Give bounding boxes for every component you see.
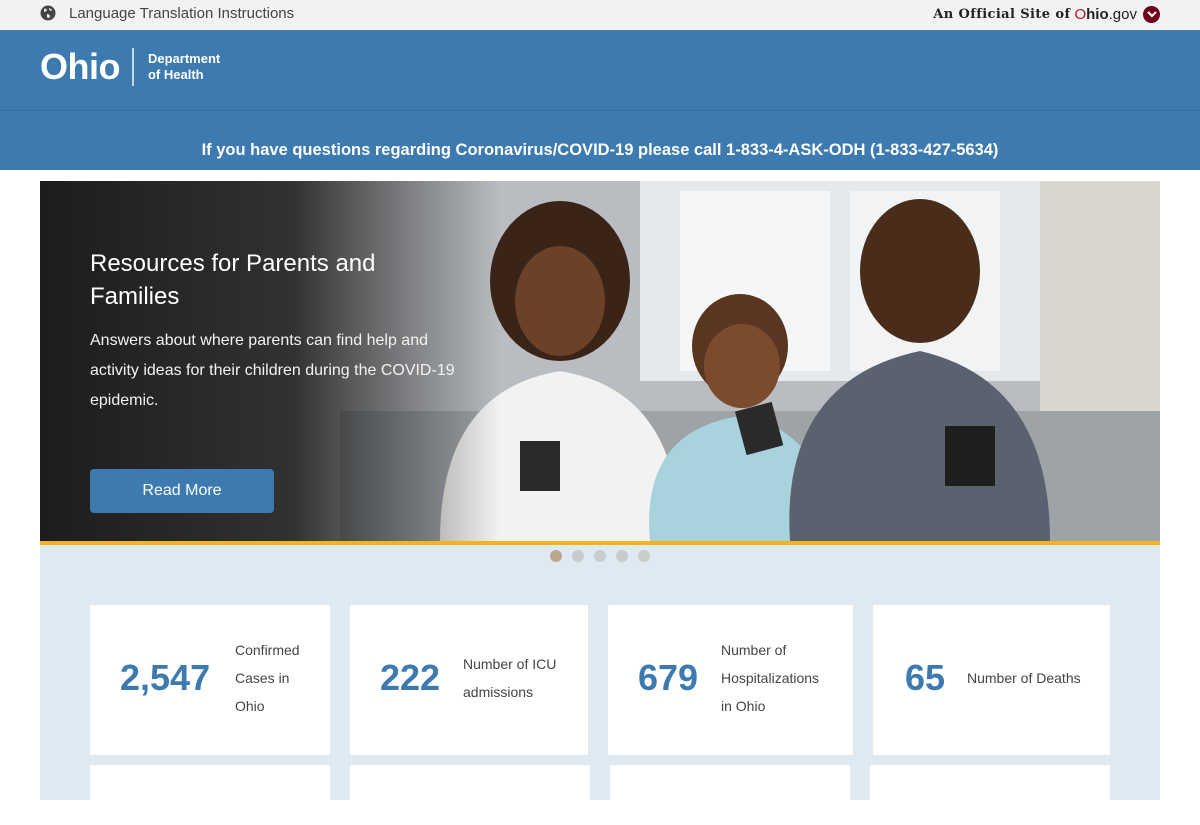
utility-bar: Language Translation Instructions An Off… — [0, 0, 1200, 30]
stat-value: 222 — [380, 657, 441, 698]
stat-value: 65 — [905, 657, 946, 698]
stat-card-row2-3 — [610, 765, 850, 825]
carousel-pagination — [550, 550, 660, 562]
stat-label: Number of ICU admissions — [463, 656, 557, 700]
covid-hotline-banner: If you have questions regarding Coronavi… — [0, 110, 1200, 170]
language-link-label: Language Translation Instructions — [69, 4, 295, 22]
stat-card-row2-2 — [350, 765, 590, 825]
stat-label: Number of Deaths — [967, 670, 1081, 686]
stat-value: 679 — [638, 657, 699, 698]
stat-value: 2,547 — [120, 657, 211, 698]
department-name: Department of Health — [147, 51, 221, 82]
ohio-wordmark: Ohio — [40, 46, 120, 87]
stat-card-row2-1 — [90, 765, 330, 825]
logo-divider — [131, 48, 134, 86]
official-site-toggle[interactable]: An Official Site of Ohio.gov — [933, 4, 1160, 24]
carousel-dot-3[interactable] — [594, 550, 606, 562]
stat-card-confirmed-cases: 2,547 Confirmed Cases in Ohio — [90, 605, 330, 755]
covid-stats-section: 2,547 Confirmed Cases in Ohio 222 Number… — [40, 545, 1160, 825]
carousel-dot-1[interactable] — [550, 550, 562, 562]
read-more-button[interactable]: Read More — [90, 469, 274, 513]
ohio-gov-logo: Ohio.gov — [1074, 5, 1137, 23]
stat-card-hospitalizations: 679 Number of Hospitalizations in Ohio — [608, 605, 853, 755]
stat-card-row2-4 — [870, 765, 1110, 825]
hotline-text: If you have questions regarding Coronavi… — [201, 141, 999, 159]
hero-title: Resources for Parents and Families — [90, 250, 376, 310]
site-header: Ohio Department of Health — [0, 30, 1200, 110]
stat-label: Confirmed Cases in Ohio — [235, 642, 300, 714]
hero-description: Answers about where parents can find hel… — [90, 332, 455, 409]
chevron-down-icon[interactable] — [1143, 5, 1160, 23]
stat-card-deaths: 65 Number of Deaths — [873, 605, 1110, 755]
language-translation-link[interactable]: Language Translation Instructions — [40, 2, 294, 24]
stat-label: Number of Hospitalizations in Ohio — [721, 642, 820, 714]
stat-card-icu-admissions: 222 Number of ICU admissions — [350, 605, 588, 755]
official-site-label: An Official Site of — [933, 6, 1071, 22]
carousel-dot-5[interactable] — [638, 550, 650, 562]
odh-logo[interactable]: Ohio Department of Health — [40, 46, 220, 88]
carousel-dot-2[interactable] — [572, 550, 584, 562]
globe-icon — [40, 5, 56, 21]
carousel-dot-4[interactable] — [616, 550, 628, 562]
hero-carousel: Resources for Parents and Families Answe… — [40, 181, 1160, 541]
